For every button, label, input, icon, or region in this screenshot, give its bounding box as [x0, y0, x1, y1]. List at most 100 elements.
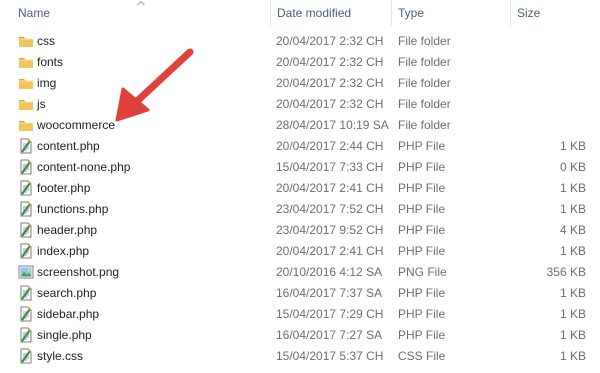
file-row[interactable]: screenshot.png 20/10/2016 4:12 SA PNG Fi… [0, 262, 600, 283]
file-type: CSS File [398, 349, 446, 363]
file-date-modified: 16/04/2017 7:27 SA [276, 328, 383, 342]
php-file-icon [18, 222, 34, 238]
file-size [506, 94, 586, 115]
file-name: content-none.php [37, 160, 131, 174]
file-name: single.php [37, 328, 92, 342]
file-size: 1 KB [559, 181, 586, 195]
file-name: woocommerce [37, 118, 116, 132]
file-date-modified: 23/04/2017 9:52 CH [276, 223, 384, 237]
file-row[interactable]: content.php 20/04/2017 2:44 CH PHP File … [0, 136, 600, 157]
file-size: 356 KB [546, 265, 586, 279]
file-list: css 20/04/2017 2:32 CH File folder fonts… [0, 31, 600, 367]
file-name: js [37, 97, 46, 111]
file-name: style.css [37, 349, 84, 363]
file-date-modified: 23/04/2017 7:52 CH [276, 202, 384, 216]
file-row[interactable]: functions.php 23/04/2017 7:52 CH PHP Fil… [0, 199, 600, 220]
file-type: File folder [398, 97, 451, 111]
file-type: PHP File [398, 244, 446, 258]
file-row[interactable]: woocommerce 28/04/2017 10:19 SA File fol… [0, 115, 600, 136]
php-file-icon [18, 285, 34, 301]
file-row[interactable]: index.php 20/04/2017 2:41 CH PHP File 1 … [0, 241, 600, 262]
file-size [506, 52, 586, 73]
file-type: PHP File [398, 202, 446, 216]
file-size: 1 KB [559, 202, 586, 216]
php-file-icon [18, 138, 34, 154]
file-date-modified: 20/04/2017 2:32 CH [276, 76, 384, 90]
file-date-modified: 20/04/2017 2:32 CH [276, 97, 384, 111]
file-name: sidebar.php [37, 307, 100, 321]
sort-ascending-icon [137, 0, 145, 6]
file-date-modified: 20/04/2017 2:44 CH [276, 139, 384, 153]
file-row[interactable]: sidebar.php 15/04/2017 7:29 CH PHP File … [0, 304, 600, 325]
file-row[interactable]: content-none.php 15/04/2017 7:33 CH PHP … [0, 157, 600, 178]
file-date-modified: 20/04/2017 2:32 CH [276, 34, 384, 48]
file-size: 1 KB [559, 349, 586, 363]
file-row[interactable]: fonts 20/04/2017 2:32 CH File folder [0, 52, 600, 73]
column-header-row: Name Date modified Type Size [0, 0, 600, 26]
file-size: 4 KB [559, 223, 586, 237]
file-date-modified: 28/04/2017 10:19 SA [276, 118, 389, 132]
file-name: content.php [37, 139, 100, 153]
file-row[interactable]: footer.php 20/04/2017 2:41 CH PHP File 1… [0, 178, 600, 199]
column-header-size[interactable]: Size [517, 0, 540, 26]
file-row[interactable]: style.css 15/04/2017 5:37 CH CSS File 1 … [0, 346, 600, 367]
file-type: PHP File [398, 223, 446, 237]
file-size: 1 KB [559, 286, 586, 300]
php-file-icon [18, 180, 34, 196]
file-type: PNG File [398, 265, 447, 279]
folder-icon [18, 54, 34, 70]
folder-icon [18, 117, 34, 133]
file-name: functions.php [37, 202, 109, 216]
column-divider[interactable] [270, 0, 271, 26]
file-row[interactable]: css 20/04/2017 2:32 CH File folder [0, 31, 600, 52]
column-header-date-modified[interactable]: Date modified [277, 0, 351, 26]
file-size: 1 KB [559, 307, 586, 321]
php-file-icon [18, 201, 34, 217]
file-size: 0 KB [559, 160, 586, 174]
file-row[interactable]: single.php 16/04/2017 7:27 SA PHP File 1… [0, 325, 600, 346]
file-name: fonts [37, 55, 64, 69]
file-type: File folder [398, 76, 451, 90]
file-size: 1 KB [559, 328, 586, 342]
file-type: PHP File [398, 181, 446, 195]
file-type: File folder [398, 118, 451, 132]
image-file-icon [18, 264, 34, 280]
file-date-modified: 15/04/2017 5:37 CH [276, 349, 384, 363]
file-type: PHP File [398, 160, 446, 174]
file-type: PHP File [398, 139, 446, 153]
file-date-modified: 16/04/2017 7:37 SA [276, 286, 383, 300]
folder-icon [18, 96, 34, 112]
folder-icon [18, 75, 34, 91]
file-size [506, 115, 586, 136]
file-name: header.php [37, 223, 98, 237]
file-size: 1 KB [559, 139, 586, 153]
column-header-name[interactable]: Name [18, 0, 50, 26]
file-name: screenshot.png [37, 265, 120, 279]
file-row[interactable]: img 20/04/2017 2:32 CH File folder [0, 73, 600, 94]
file-name: css [37, 34, 55, 48]
file-type: File folder [398, 34, 451, 48]
file-size: 1 KB [559, 244, 586, 258]
file-type: PHP File [398, 307, 446, 321]
file-size [506, 73, 586, 94]
column-header-type[interactable]: Type [398, 0, 424, 26]
file-date-modified: 20/04/2017 2:41 CH [276, 181, 384, 195]
file-row[interactable]: js 20/04/2017 2:32 CH File folder [0, 94, 600, 115]
file-date-modified: 20/10/2016 4:12 SA [276, 265, 383, 279]
php-file-icon [18, 243, 34, 259]
file-date-modified: 15/04/2017 7:29 CH [276, 307, 384, 321]
css-file-icon [18, 348, 34, 364]
file-type: PHP File [398, 328, 446, 342]
column-divider[interactable] [391, 0, 392, 26]
file-row[interactable]: search.php 16/04/2017 7:37 SA PHP File 1… [0, 283, 600, 304]
file-name: footer.php [37, 181, 91, 195]
php-file-icon [18, 159, 34, 175]
file-name: index.php [37, 244, 90, 258]
file-date-modified: 15/04/2017 7:33 CH [276, 160, 384, 174]
file-date-modified: 20/04/2017 2:32 CH [276, 55, 384, 69]
column-divider[interactable] [510, 0, 511, 26]
folder-icon [18, 33, 34, 49]
file-row[interactable]: header.php 23/04/2017 9:52 CH PHP File 4… [0, 220, 600, 241]
php-file-icon [18, 327, 34, 343]
file-size [506, 31, 586, 52]
